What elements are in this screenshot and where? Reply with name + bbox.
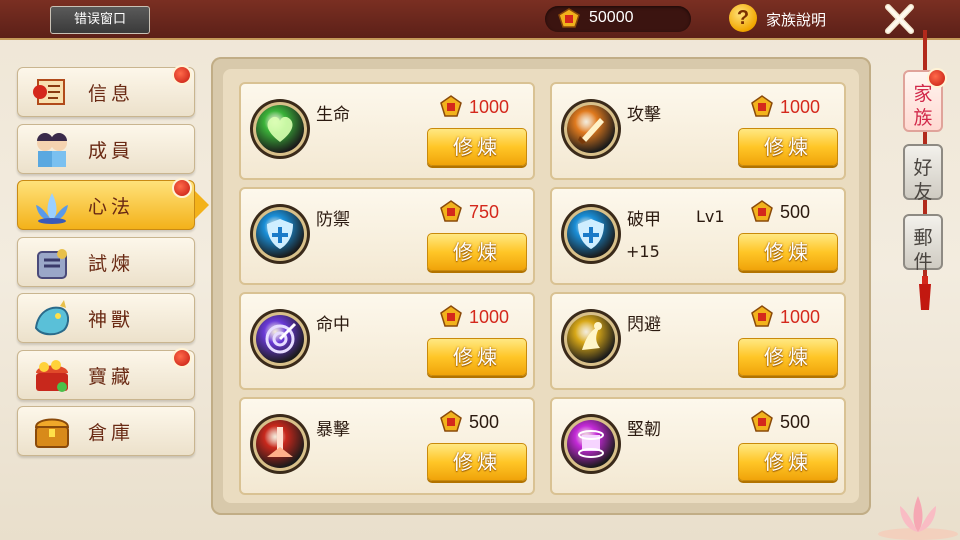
scroll-icon: [33, 79, 65, 105]
currency-amount: 50000: [589, 9, 634, 26]
skill-bonus: +15: [626, 242, 660, 261]
side-tab-3[interactable]: 郵件: [903, 214, 943, 273]
skill-card: 攻擊 1000 修煉: [550, 82, 846, 180]
side-tab-1[interactable]: 家族: [903, 68, 947, 132]
members-icon: [37, 133, 67, 167]
cultivate-button[interactable]: 修煉: [427, 233, 527, 271]
side-tab-label-bottom: 件: [913, 251, 933, 273]
currency-display: 50000: [545, 6, 691, 32]
skill-cost-value: 750: [469, 202, 500, 222]
error-window-button[interactable]: 错误窗口: [50, 6, 150, 34]
cultivate-button[interactable]: 修煉: [738, 128, 838, 166]
skill-card: 破甲 Lv1 +15 500 修煉: [550, 187, 846, 285]
sword-orb-icon: [561, 99, 621, 159]
skill-card: 命中 1000 修煉: [239, 292, 535, 390]
treasure-icon: [36, 360, 68, 392]
cultivate-button[interactable]: 修煉: [427, 443, 527, 481]
cultivate-button[interactable]: 修煉: [427, 338, 527, 376]
side-tab-label-bottom: 族: [913, 107, 933, 129]
skill-cost-value: 500: [780, 412, 811, 432]
menu-item-label: 倉庫: [88, 422, 135, 444]
notification-dot-icon: [172, 348, 192, 368]
cultivate-button[interactable]: 修煉: [738, 443, 838, 481]
side-tab-label-bottom: 友: [913, 181, 933, 203]
skill-card: 閃避 1000 修煉: [550, 292, 846, 390]
menu-item-1[interactable]: 信息: [17, 65, 195, 117]
heart-orb-icon: [250, 99, 310, 159]
lotus-decoration-icon: [878, 496, 958, 540]
skill-name: 閃避: [627, 315, 661, 335]
tassel-icon: [919, 276, 931, 310]
cultivate-button[interactable]: 修煉: [738, 233, 838, 271]
contribution-token-icon: [440, 200, 462, 222]
close-icon[interactable]: [882, 2, 916, 36]
menu-item-label: 心法: [88, 196, 135, 218]
skill-cost-value: 1000: [469, 97, 510, 117]
skill-cost-value: 1000: [780, 307, 821, 327]
menu-item-label: 成員: [88, 140, 135, 162]
skill-card: 堅韌 500 修煉: [550, 397, 846, 495]
side-tab-label-top: 郵: [913, 227, 933, 249]
lotus-icon: [36, 193, 68, 224]
side-tab-2[interactable]: 好友: [903, 144, 943, 203]
skill-name: 命中: [316, 315, 350, 335]
menu-item-7[interactable]: 倉庫: [17, 406, 195, 456]
skill-name: 攻擊: [627, 105, 661, 125]
notification-dot-icon: [927, 68, 947, 88]
side-tab-label-top: 好: [913, 157, 933, 179]
contribution-token-icon: [440, 95, 462, 117]
contribution-token-icon: [751, 410, 773, 432]
skill-name: 破甲: [627, 210, 661, 230]
top-bar: 家族 错误窗口 50000 ? 家族說明: [0, 0, 960, 40]
menu-item-label: 試煉: [88, 253, 135, 275]
trial-icon: [37, 249, 67, 279]
menu-item-label: 神獸: [88, 309, 135, 331]
contribution-token-icon: [751, 305, 773, 327]
tough-orb-icon: [561, 414, 621, 474]
dodge-orb-icon: [561, 309, 621, 369]
skill-name: 堅韌: [627, 420, 661, 440]
cultivate-button[interactable]: 修煉: [738, 338, 838, 376]
skill-card: 暴擊 500 修煉: [239, 397, 535, 495]
skill-level: Lv1: [696, 207, 725, 226]
skill-grid: 生命 1000 修煉 攻擊 1000 修煉 防禦 750 修煉 破甲 Lv1 +15 500 修煉 命中 10…: [223, 69, 859, 503]
target-orb-icon: [250, 309, 310, 369]
skill-cost-value: 500: [780, 202, 811, 222]
notification-dot-icon: [172, 178, 192, 198]
menu-item-5[interactable]: 神獸: [17, 293, 195, 343]
contribution-token-icon: [751, 95, 773, 117]
menu-item-2[interactable]: 成員: [17, 124, 195, 174]
menu-item-label: 信息: [88, 83, 135, 105]
skill-name: 防禦: [316, 210, 350, 230]
shield-orb-icon: [561, 204, 621, 264]
skill-card: 生命 1000 修煉: [239, 82, 535, 180]
chest-icon: [34, 418, 70, 448]
shield-orb-icon: [250, 204, 310, 264]
contribution-token-icon: [751, 200, 773, 222]
skill-name: 生命: [316, 105, 350, 125]
beast-icon: [34, 300, 70, 336]
menu-item-3[interactable]: 心法: [17, 178, 209, 230]
family-help-label: 家族說明: [766, 11, 827, 29]
active-arrow-icon: [195, 191, 209, 219]
contribution-token-icon: [440, 410, 462, 432]
crit-orb-icon: [250, 414, 310, 474]
menu-item-6[interactable]: 寶藏: [17, 348, 195, 400]
skill-cost-value: 500: [469, 412, 500, 432]
question-icon: ?: [729, 4, 757, 32]
contribution-token-icon: [440, 305, 462, 327]
contribution-token-icon: [558, 8, 580, 28]
skill-cost-value: 1000: [469, 307, 510, 327]
skill-panel: 生命 1000 修煉 攻擊 1000 修煉 防禦 750 修煉 破甲 Lv1 +15 500 修煉 命中 10…: [211, 57, 871, 515]
notification-dot-icon: [172, 65, 192, 85]
menu-item-4[interactable]: 試煉: [17, 237, 195, 287]
skill-card: 防禦 750 修煉: [239, 187, 535, 285]
skill-name: 暴擊: [316, 420, 350, 440]
skill-cost-value: 1000: [780, 97, 821, 117]
cultivate-button[interactable]: 修煉: [427, 128, 527, 166]
menu-item-label: 寶藏: [88, 366, 135, 388]
